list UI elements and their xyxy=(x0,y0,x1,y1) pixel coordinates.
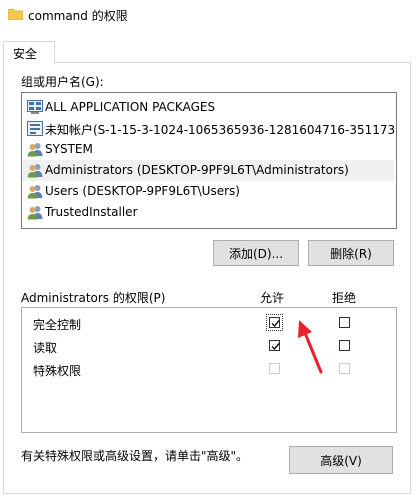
window-title: command 的权限 xyxy=(28,9,128,23)
allow-column-header: 允许 xyxy=(260,291,285,305)
full-control-deny-checkbox[interactable] xyxy=(339,317,350,328)
list-item[interactable]: 未知帐户(S-1-15-3-1024-1065365936-1281604716… xyxy=(22,118,397,139)
folder-icon xyxy=(8,9,23,20)
list-item-label: SYSTEM xyxy=(45,142,93,156)
checkmark-icon xyxy=(271,343,280,351)
list-item[interactable]: SYSTEM xyxy=(22,139,394,160)
list-item[interactable]: ALL APPLICATION PACKAGES xyxy=(22,97,394,118)
remove-button[interactable]: 删除(R) xyxy=(308,240,394,266)
user-group-icon xyxy=(27,164,43,178)
app-packages-icon xyxy=(27,100,43,114)
checkmark-icon xyxy=(271,320,280,328)
read-allow-checkbox[interactable] xyxy=(269,340,280,351)
unknown-account-icon xyxy=(27,121,43,136)
permission-label: 读取 xyxy=(33,341,58,355)
full-control-allow-checkbox[interactable] xyxy=(266,314,283,331)
list-item-label: Administrators (DESKTOP-9PF9L6T\Administ… xyxy=(45,163,349,177)
special-deny-checkbox xyxy=(339,363,350,374)
list-item-label: TrustedInstaller xyxy=(45,205,138,219)
group-user-list[interactable]: ALL APPLICATION PACKAGES 未知帐户(S-1-15-3-1… xyxy=(21,92,397,229)
tab-security-label: 安全 xyxy=(13,47,38,61)
tab-security[interactable]: 安全 xyxy=(3,41,55,64)
user-group-icon xyxy=(27,206,43,220)
read-deny-checkbox[interactable] xyxy=(339,340,350,351)
list-item-label: Users (DESKTOP-9PF9L6T\Users) xyxy=(45,184,240,198)
list-item[interactable]: TrustedInstaller xyxy=(22,202,394,223)
user-group-icon xyxy=(27,185,43,199)
list-item-selected[interactable]: Administrators (DESKTOP-9PF9L6T\Administ… xyxy=(22,160,394,181)
annotation-arrow-icon xyxy=(298,320,323,374)
groups-label: 组或用户名(G): xyxy=(21,75,104,89)
advanced-button[interactable]: 高级(V) xyxy=(289,446,393,474)
permissions-header: Administrators 的权限(P) xyxy=(21,291,166,305)
special-allow-checkbox xyxy=(269,363,280,374)
permission-label: 特殊权限 xyxy=(33,364,82,378)
list-item[interactable]: Users (DESKTOP-9PF9L6T\Users) xyxy=(22,181,394,202)
user-group-icon xyxy=(27,143,43,157)
title-bar: command 的权限 xyxy=(0,0,417,30)
permission-label: 完全控制 xyxy=(33,318,82,332)
list-item-label: ALL APPLICATION PACKAGES xyxy=(45,100,216,114)
deny-column-header: 拒绝 xyxy=(332,291,357,305)
advanced-hint: 有关特殊权限或高级设置，请单击"高级"。 xyxy=(21,449,249,463)
list-item-label: 未知帐户(S-1-15-3-1024-1065365936-1281604716… xyxy=(45,123,397,137)
add-button[interactable]: 添加(D)... xyxy=(213,240,299,266)
